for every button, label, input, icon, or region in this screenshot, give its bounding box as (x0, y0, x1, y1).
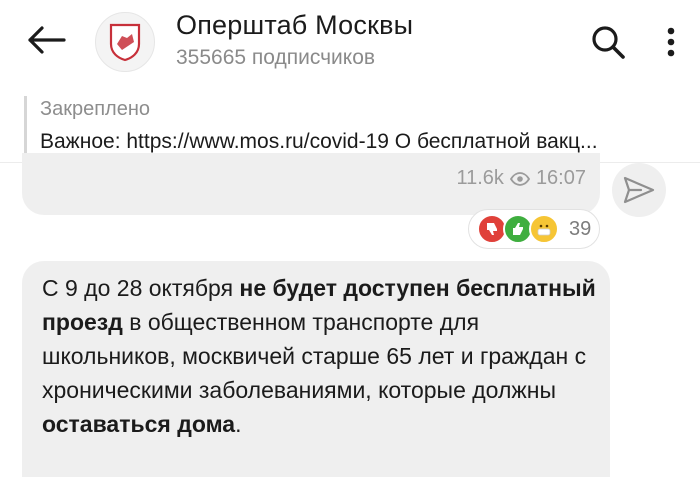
previous-message-bubble[interactable]: 11.6k 16:07 (22, 153, 600, 215)
moscow-emblem-icon (109, 23, 141, 62)
message-text-part: в общественном транспорте для школьников… (42, 309, 587, 403)
message-bold-text: оставаться дома (42, 411, 236, 437)
eye-icon (509, 171, 530, 186)
message-text-part: . (235, 411, 242, 437)
more-vertical-icon (667, 27, 675, 57)
arrow-left-icon (28, 26, 66, 54)
pinned-bar (24, 96, 27, 154)
search-button[interactable] (586, 20, 630, 64)
message-time: 16:07 (535, 167, 586, 189)
search-icon (592, 26, 625, 59)
message-text: С 9 до 28 октября не будет доступен бесп… (42, 271, 602, 441)
pinned-label: Закреплено (40, 98, 150, 120)
mask-face-icon (529, 214, 559, 244)
message-text-part: С 9 до 28 октября (42, 275, 240, 301)
share-icon (623, 176, 655, 204)
channel-title: Оперштаб Москвы (176, 10, 414, 40)
views-count: 11.6k (456, 167, 504, 189)
message-meta: 11.6k 16:07 (456, 167, 586, 190)
pinned-message[interactable]: Закреплено Важное: https://www.mos.ru/co… (0, 86, 700, 163)
reactions-bar[interactable]: 39 (468, 209, 600, 249)
channel-header: Оперштаб Москвы 355665 подписчиков (0, 0, 700, 86)
more-menu-button[interactable] (656, 20, 686, 64)
subscribers-count: 355665 подписчиков (176, 46, 376, 69)
back-button[interactable] (22, 20, 70, 60)
message-feed: 11.6k 16:07 39 С 9 до 28 октября не буде… (0, 153, 700, 477)
message-bubble[interactable]: С 9 до 28 октября не будет доступен бесп… (22, 261, 610, 477)
reactions-count: 39 (569, 217, 592, 240)
avatar[interactable] (95, 12, 155, 72)
pinned-text: Важное: https://www.mos.ru/covid-19 О бе… (40, 130, 598, 153)
share-button[interactable] (612, 163, 666, 217)
